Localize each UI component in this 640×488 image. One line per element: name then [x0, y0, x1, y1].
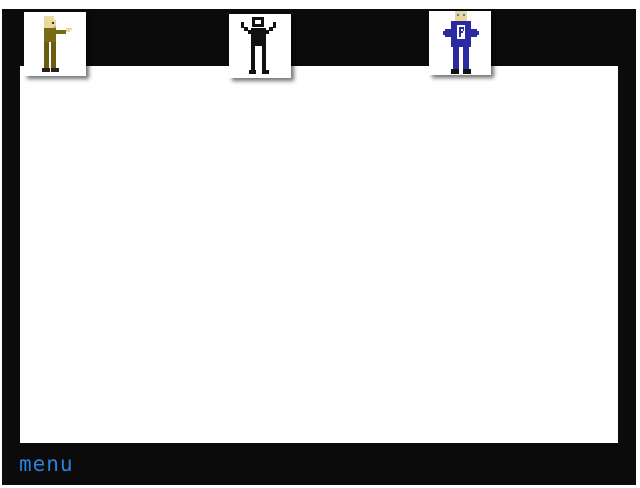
character-card-arms-raised[interactable]	[229, 14, 291, 78]
game-canvas[interactable]	[20, 66, 618, 443]
arms-raised-figure-icon	[241, 17, 276, 74]
p-suit-figure-icon	[443, 11, 479, 74]
character-card-p-suit[interactable]	[429, 11, 491, 75]
character-card-pointing-man[interactable]	[24, 12, 86, 76]
menu-button[interactable]: menu	[19, 452, 74, 476]
pointing-man-icon	[42, 16, 72, 72]
